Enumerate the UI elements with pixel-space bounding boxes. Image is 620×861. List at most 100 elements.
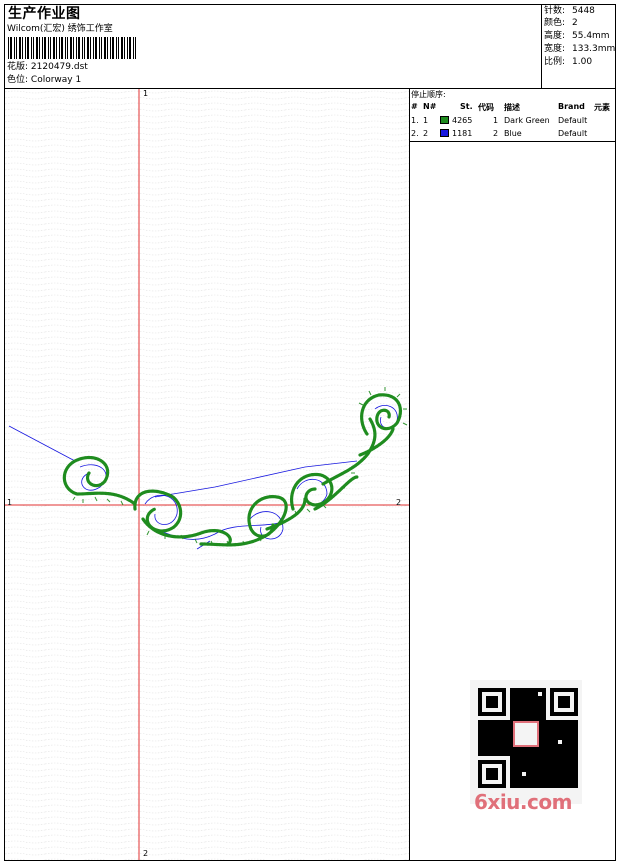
barcode-bar: [124, 37, 125, 59]
qr-module: [542, 732, 546, 736]
qr-module: [514, 696, 518, 700]
qr-module: [506, 740, 510, 744]
col-code: 代码: [478, 103, 494, 112]
qr-module: [558, 784, 562, 788]
qr-module: [514, 688, 518, 692]
barcode-bar: [67, 37, 68, 59]
qr-module: [542, 760, 546, 764]
qr-module: [538, 696, 542, 700]
barcode-bar: [87, 37, 89, 59]
qr-module: [554, 744, 558, 748]
qr-module: [518, 752, 522, 756]
qr-module: [478, 744, 482, 748]
qr-module: [550, 768, 554, 772]
axis-marker-bottom: 2: [143, 849, 149, 858]
qr-module: [542, 768, 546, 772]
qr-module: [574, 740, 578, 744]
qr-module: [554, 736, 558, 740]
qr-module: [534, 768, 538, 772]
qr-module: [526, 752, 530, 756]
qr-module: [514, 764, 518, 768]
qr-module: [490, 720, 494, 724]
qr-module: [530, 768, 534, 772]
barcode-bar: [104, 37, 106, 59]
qr-module: [554, 772, 558, 776]
qr-module: [546, 752, 550, 756]
qr-module: [550, 784, 554, 788]
barcode-bar: [33, 37, 34, 59]
stat-width: 宽度: 133.3mm: [544, 44, 616, 54]
barcode-bar: [82, 37, 83, 59]
qr-module: [534, 780, 538, 784]
barcode-bar: [48, 37, 49, 59]
qr-module: [574, 744, 578, 748]
barcode-bar: [95, 37, 97, 59]
qr-module: [526, 712, 530, 716]
qr-module: [510, 688, 514, 692]
qr-module: [490, 732, 494, 736]
qr-module: [554, 748, 558, 752]
qr-module: [562, 748, 566, 752]
qr-module: [510, 700, 514, 704]
qr-module: [494, 740, 498, 744]
qr-module: [486, 748, 490, 752]
qr-module: [526, 696, 530, 700]
qr-module: [562, 784, 566, 788]
design-label: 花版:: [7, 62, 29, 72]
qr-module: [558, 744, 562, 748]
barcode-bar: [76, 37, 77, 59]
qr-module: [494, 724, 498, 728]
qr-module: [558, 720, 562, 724]
barcode-bar: [53, 37, 55, 59]
qr-module: [526, 768, 530, 772]
qr-module: [522, 768, 526, 772]
qr-module: [574, 780, 578, 784]
qr-module: [518, 776, 522, 780]
qr-module: [490, 744, 494, 748]
qr-module: [538, 768, 542, 772]
qr-module: [546, 740, 550, 744]
qr-module: [554, 724, 558, 728]
qr-module: [518, 696, 522, 700]
qr-module: [510, 784, 514, 788]
qr-module: [554, 752, 558, 756]
qr-module: [542, 784, 546, 788]
qr-module: [534, 712, 538, 716]
qr-module: [510, 716, 514, 720]
qr-module: [534, 784, 538, 788]
stat-height: 高度: 55.4mm: [544, 31, 610, 41]
qr-module: [542, 692, 546, 696]
qr-module: [510, 780, 514, 784]
col-description: 描述: [504, 103, 520, 112]
qr-module: [490, 752, 494, 756]
qr-module: [538, 776, 542, 780]
qr-module: [558, 728, 562, 732]
qr-module: [534, 772, 538, 776]
qr-module: [534, 708, 538, 712]
qr-module: [534, 696, 538, 700]
qr-module: [566, 736, 570, 740]
qr-module: [550, 744, 554, 748]
qr-module: [546, 736, 550, 740]
qr-module: [554, 720, 558, 724]
col-element: 元素: [594, 103, 610, 112]
qr-module: [478, 732, 482, 736]
qr-module: [510, 704, 514, 708]
qr-module: [526, 700, 530, 704]
qr-module: [546, 780, 550, 784]
qr-module: [490, 740, 494, 744]
qr-module: [542, 704, 546, 708]
qr-module: [566, 756, 570, 760]
qr-module: [482, 752, 486, 756]
qr-module: [558, 772, 562, 776]
qr-module: [558, 748, 562, 752]
qr-module: [566, 776, 570, 780]
qr-module: [534, 776, 538, 780]
col-seq: #: [411, 102, 418, 111]
qr-module: [526, 704, 530, 708]
qr-module: [554, 760, 558, 764]
col-brand: Brand: [558, 102, 585, 111]
barcode-bar: [65, 37, 66, 59]
axis-marker-top: 1: [143, 89, 149, 98]
qr-module: [510, 748, 514, 752]
